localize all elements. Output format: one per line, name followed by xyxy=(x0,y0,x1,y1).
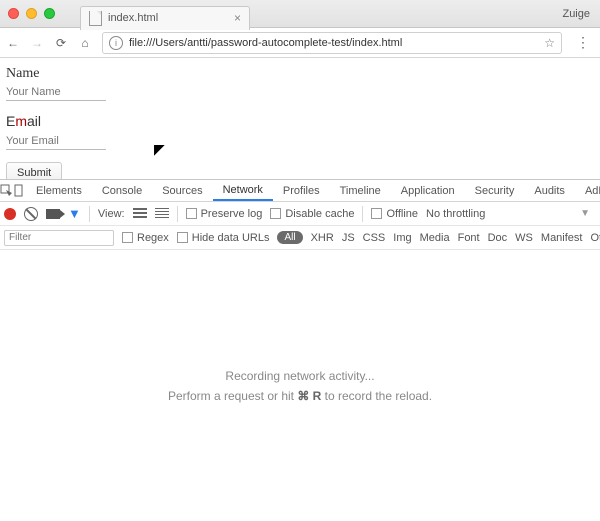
checkbox-icon xyxy=(371,208,382,219)
email-label-e: E xyxy=(6,113,15,129)
filter-js[interactable]: JS xyxy=(342,232,355,244)
browser-tab[interactable]: index.html × xyxy=(80,6,250,30)
email-input[interactable] xyxy=(6,133,106,150)
browser-toolbar: ← → ⟳ ⌂ i file:///Users/antti/password-a… xyxy=(0,28,600,58)
device-toggle-icon[interactable] xyxy=(13,180,26,201)
checkbox-icon xyxy=(177,232,188,243)
browser-menu-button[interactable]: ⋮ xyxy=(572,34,594,51)
email-label-ail: ail xyxy=(27,113,41,129)
small-rows-icon[interactable] xyxy=(155,208,169,220)
recording-message: Recording network activity... xyxy=(225,369,374,383)
disable-cache-option[interactable]: Disable cache xyxy=(270,208,354,220)
email-label: Email xyxy=(6,113,594,131)
filter-all[interactable]: All xyxy=(277,231,302,244)
network-empty-state: Recording network activity... Perform a … xyxy=(0,250,600,521)
window-controls xyxy=(8,8,55,19)
filter-font[interactable]: Font xyxy=(458,232,480,244)
filter-toggle-icon[interactable]: ▼ xyxy=(68,206,81,221)
filter-media[interactable]: Media xyxy=(420,232,450,244)
filter-xhr[interactable]: XHR xyxy=(311,232,334,244)
tab-network[interactable]: Network xyxy=(213,180,273,201)
tab-application[interactable]: Application xyxy=(391,180,465,201)
reload-hint: Perform a request or hit ⌘ R to record t… xyxy=(168,389,432,403)
page-content: Name Email Submit xyxy=(0,58,600,192)
email-field-block: Email xyxy=(6,113,594,150)
checkbox-icon xyxy=(122,232,133,243)
separator xyxy=(362,206,363,222)
profile-name[interactable]: Zuige xyxy=(562,8,590,20)
filter-manifest[interactable]: Manifest xyxy=(541,232,583,244)
dropdown-caret-icon[interactable]: ▼ xyxy=(580,208,596,219)
filter-css[interactable]: CSS xyxy=(363,232,386,244)
tab-adblock[interactable]: AdBlock xyxy=(575,180,600,201)
home-button[interactable]: ⌂ xyxy=(78,36,92,50)
site-info-icon[interactable]: i xyxy=(109,36,123,50)
filter-ws[interactable]: WS xyxy=(515,232,533,244)
bookmark-star-icon[interactable]: ☆ xyxy=(544,36,555,50)
maximize-window-button[interactable] xyxy=(44,8,55,19)
tab-audits[interactable]: Audits xyxy=(524,180,575,201)
email-label-m: m xyxy=(15,113,27,129)
reload-button[interactable]: ⟳ xyxy=(54,36,68,50)
throttling-select[interactable]: No throttling xyxy=(426,208,485,220)
name-field-block: Name xyxy=(6,66,594,101)
clear-button[interactable] xyxy=(24,207,38,221)
close-tab-icon[interactable]: × xyxy=(234,11,241,25)
url-text: file:///Users/antti/password-autocomplet… xyxy=(129,37,538,49)
tab-sources[interactable]: Sources xyxy=(152,180,212,201)
back-button[interactable]: ← xyxy=(6,36,20,50)
minimize-window-button[interactable] xyxy=(26,8,37,19)
tab-profiles[interactable]: Profiles xyxy=(273,180,330,201)
checkbox-icon xyxy=(270,208,281,219)
inspect-element-icon[interactable] xyxy=(0,180,13,201)
devtools-tabstrip: Elements Console Sources Network Profile… xyxy=(0,180,600,202)
forward-button: → xyxy=(30,36,44,50)
file-icon xyxy=(89,11,102,26)
record-button[interactable] xyxy=(4,208,16,220)
offline-option[interactable]: Offline xyxy=(371,208,418,220)
filter-img[interactable]: Img xyxy=(393,232,411,244)
separator xyxy=(89,206,90,222)
network-toolbar-row: ▼ View: Preserve log Disable cache Offli… xyxy=(0,202,600,226)
filter-input[interactable] xyxy=(4,230,114,246)
shortcut-text: ⌘ R xyxy=(297,389,321,403)
screenshot-icon[interactable] xyxy=(46,209,60,219)
name-input[interactable] xyxy=(6,84,106,101)
separator xyxy=(177,206,178,222)
preserve-log-option[interactable]: Preserve log xyxy=(186,208,263,220)
large-rows-icon[interactable] xyxy=(133,208,147,220)
network-filter-row: Regex Hide data URLs All XHR JS CSS Img … xyxy=(0,226,600,250)
hide-data-urls-option[interactable]: Hide data URLs xyxy=(177,232,270,244)
filter-doc[interactable]: Doc xyxy=(488,232,508,244)
address-bar[interactable]: i file:///Users/antti/password-autocompl… xyxy=(102,32,562,54)
tab-console[interactable]: Console xyxy=(92,180,152,201)
tab-title: index.html xyxy=(108,12,234,24)
name-label: Name xyxy=(6,66,594,82)
devtools-panel: Elements Console Sources Network Profile… xyxy=(0,179,600,521)
tab-timeline[interactable]: Timeline xyxy=(330,180,391,201)
view-label: View: xyxy=(98,208,125,220)
close-window-button[interactable] xyxy=(8,8,19,19)
filter-other[interactable]: Other xyxy=(590,232,600,244)
tab-security[interactable]: Security xyxy=(465,180,525,201)
tab-elements[interactable]: Elements xyxy=(26,180,92,201)
window-titlebar: index.html × Zuige xyxy=(0,0,600,28)
regex-option[interactable]: Regex xyxy=(122,232,169,244)
checkbox-icon xyxy=(186,208,197,219)
